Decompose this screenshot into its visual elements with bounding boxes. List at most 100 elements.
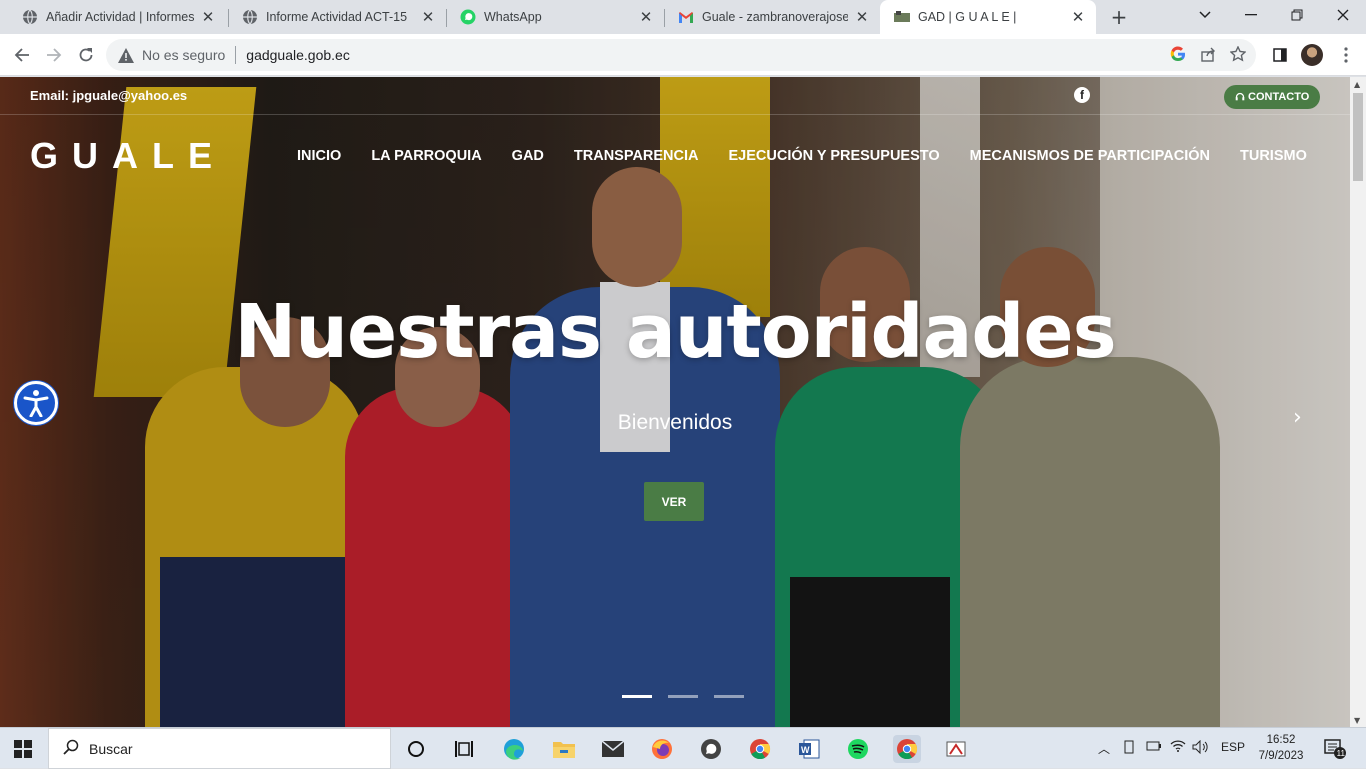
hero-title: Nuestras autoridades [234,289,1116,375]
firefox-icon[interactable] [648,735,676,763]
slide-indicator[interactable] [668,695,698,698]
menu-icon[interactable] [1334,43,1358,67]
nav-item-ejecucion-presupuesto[interactable]: EJECUCIÓN Y PRESUPUESTO [729,148,940,164]
nav-item-transparencia[interactable]: TRANSPARENCIA [574,148,699,164]
url-text[interactable]: gadguale.gob.ec [246,47,350,63]
nav-item-mecanismos-participacion[interactable]: MECANISMOS DE PARTICIPACIÓN [970,148,1210,164]
accessibility-icon[interactable] [14,381,58,425]
facebook-icon[interactable]: f [1074,87,1090,103]
slider-indicators [622,695,744,698]
task-view-icon[interactable] [450,735,478,763]
notification-count: 11 [1337,749,1346,758]
profile-avatar[interactable] [1300,43,1324,67]
close-tab-icon[interactable]: ✕ [638,8,654,26]
browser-tab[interactable]: WhatsApp ✕ [446,0,664,34]
globe-icon [242,9,258,25]
gmail-icon [678,9,694,25]
minimize-icon[interactable] [1228,0,1274,30]
browser-toolbar: No es seguro gadguale.gob.ec [0,34,1366,76]
whatsapp-icon [460,9,476,25]
browser-tab[interactable]: Añadir Actividad | Informes M ✕ [8,0,226,34]
scroll-down-icon[interactable]: ▼ [1354,716,1360,725]
search-placeholder: Buscar [89,740,133,757]
nav-item-inicio[interactable]: INICIO [297,148,341,164]
contact-label: CONTACTO [1248,91,1310,103]
nav-item-turismo[interactable]: TURISMO [1240,148,1307,164]
tab-title: GAD | G U A L E | [918,10,1017,24]
scrollbar-thumb[interactable] [1353,93,1363,181]
browser-tab-active[interactable]: GAD | G U A L E | ✕ [880,0,1096,34]
cortana-icon[interactable] [402,735,430,763]
volume-icon[interactable] [1192,739,1208,757]
headset-icon [1235,92,1245,101]
back-icon[interactable] [10,43,34,67]
side-panel-icon[interactable] [1268,43,1292,67]
tab-search-icon[interactable] [1182,0,1228,30]
page-scrollbar[interactable]: ▲ ▼ [1350,77,1366,727]
notification-icon[interactable]: 11 [1324,738,1346,759]
search-icon [63,739,79,758]
scroll-up-icon[interactable]: ▲ [1354,80,1360,89]
word-icon[interactable]: W [795,735,823,763]
browser-tab[interactable]: Informe Actividad ACT-15 ✕ [228,0,446,34]
clock-date: 7/9/2023 [1258,750,1304,762]
nav-item-gad[interactable]: GAD [512,148,544,164]
chrome-icon[interactable] [893,735,921,763]
globe-icon [22,9,38,25]
google-translate-icon[interactable] [1170,46,1186,65]
tray-chevron-icon[interactable]: ︿ [1098,740,1110,757]
chrome-icon[interactable] [746,735,774,763]
slide-indicator[interactable] [714,695,744,698]
slider-next-icon[interactable]: › [1293,405,1302,430]
top-info-bar: Email: jpguale@yahoo.es f CONTACTO [0,77,1350,115]
site-logo[interactable]: GUALE [30,135,226,177]
tab-title: Informe Actividad ACT-15 [266,10,408,24]
page-viewport: Email: jpguale@yahoo.es f CONTACTO GUALE… [0,77,1350,727]
main-nav: INICIO LA PARROQUIA GAD TRANSPARENCIA EJ… [297,148,1307,164]
tab-strip: Añadir Actividad | Informes M ✕ Informe … [0,0,1366,34]
windows-start-icon[interactable] [14,740,32,758]
taskbar: Buscar W ︿ ESP 16:52 7/9/2023 11 [0,727,1366,769]
close-tab-icon[interactable]: ✕ [200,8,216,26]
forward-icon[interactable] [42,43,66,67]
divider [235,46,237,64]
battery-icon[interactable] [1146,740,1162,755]
hero-ver-button[interactable]: VER [644,482,704,521]
close-tab-icon[interactable]: ✕ [420,8,436,26]
tab-title: Añadir Actividad | Informes M [46,10,194,24]
clock[interactable]: 16:52 7/9/2023 [1256,732,1306,764]
warning-icon[interactable] [118,47,134,63]
svg-text:W: W [801,745,810,755]
spotify-icon[interactable] [844,735,872,763]
restore-icon[interactable] [1274,0,1320,30]
contact-button[interactable]: CONTACTO [1224,85,1321,109]
tab-title: Guale - zambranoverajosear [702,10,848,24]
snipping-tool-icon[interactable] [942,735,970,763]
new-tab-button[interactable]: + [1108,6,1130,28]
clock-time: 16:52 [1266,734,1296,746]
language-indicator[interactable]: ESP [1221,740,1245,754]
whatsapp-icon[interactable] [697,735,725,763]
bookmark-star-icon[interactable] [1229,45,1247,65]
close-tab-icon[interactable]: ✕ [854,8,870,26]
avatar[interactable] [1301,44,1323,66]
tab-title: WhatsApp [484,10,542,24]
reload-icon[interactable] [74,43,98,67]
address-bar[interactable]: No es seguro gadguale.gob.ec [106,39,1256,71]
close-tab-icon[interactable]: ✕ [1070,8,1086,26]
contact-email[interactable]: Email: jpguale@yahoo.es [30,88,187,103]
edge-icon[interactable] [500,735,528,763]
site-icon [894,9,910,25]
mail-icon[interactable] [599,735,627,763]
nav-item-la-parroquia[interactable]: LA PARROQUIA [371,148,481,164]
hero-subtitle: Bienvenidos [617,411,733,434]
wifi-icon[interactable] [1170,740,1186,755]
slide-indicator[interactable] [622,695,652,698]
taskbar-search[interactable]: Buscar [48,728,391,769]
share-icon[interactable] [1200,46,1216,65]
close-window-icon[interactable] [1320,0,1366,30]
device-icon[interactable] [1122,740,1136,757]
browser-tab[interactable]: Guale - zambranoverajosear ✕ [664,0,880,34]
security-label[interactable]: No es seguro [142,47,225,63]
file-explorer-icon[interactable] [550,735,578,763]
